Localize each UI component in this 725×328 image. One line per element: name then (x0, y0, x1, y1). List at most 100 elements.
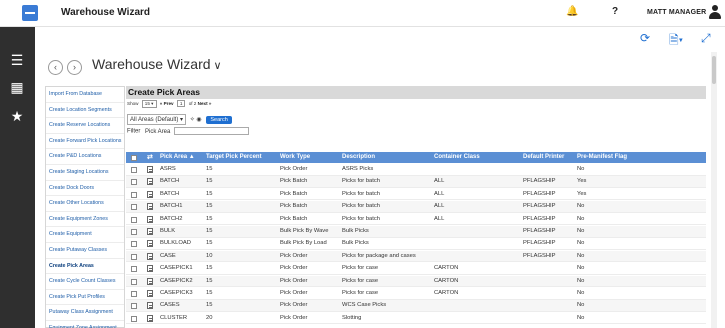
wand-icon[interactable]: ✧ (190, 117, 195, 123)
edit-icon[interactable] (147, 277, 153, 285)
table-row[interactable]: ASRS 15 Pick Order ASRS Picks No (126, 164, 706, 176)
menu-item[interactable]: Create Equipment Zones (46, 212, 124, 228)
back-icon[interactable]: ‹ (48, 60, 63, 75)
row-checkbox[interactable] (131, 216, 137, 223)
column-header[interactable]: Pick Area ▲ (160, 152, 195, 163)
table-row[interactable]: CASEPICK1 15 Pick Order Picks for case CARTO… (126, 263, 706, 275)
table-row[interactable]: CASE 10 Pick Order Picks for package and ca… (126, 250, 706, 263)
refresh-icon[interactable]: ⟳ (640, 31, 650, 45)
page-size-select[interactable]: 15 ▾ (141, 100, 157, 108)
star-icon[interactable]: ★ (10, 109, 24, 123)
expand-icon[interactable]: ⤢ (701, 31, 711, 46)
menu-item[interactable]: Create Putaway Classes (46, 243, 124, 259)
table-row[interactable]: BATCH1 15 Pick Batch Picks for batch ALL PFLA… (126, 201, 706, 213)
row-checkbox[interactable] (131, 266, 137, 273)
menu-item[interactable]: Equipment Zone Assignment (46, 321, 124, 328)
edit-icon[interactable] (147, 215, 153, 223)
edit-icon[interactable] (147, 203, 153, 211)
grid-icon[interactable]: ▦ (10, 80, 24, 94)
filter-input[interactable] (174, 127, 250, 135)
row-checkbox[interactable] (131, 291, 137, 297)
next-link[interactable]: Next » (198, 101, 212, 106)
menu-item[interactable]: Create Cycle Count Classes (46, 274, 124, 290)
edit-icon[interactable] (147, 228, 153, 235)
column-header[interactable]: Description (342, 152, 375, 163)
row-checkbox[interactable] (131, 229, 137, 235)
row-checkbox[interactable] (131, 179, 137, 186)
row-checkbox[interactable] (131, 303, 137, 310)
hamburger-icon[interactable]: ☰ (10, 53, 24, 67)
table-cell: BULKLOAD (160, 240, 191, 247)
menu-item[interactable]: Create P&D Locations (46, 149, 124, 165)
row-checkbox[interactable] (131, 191, 137, 198)
table-cell: Pick Order (280, 265, 308, 272)
menu-item[interactable]: Putaway Class Assignment (46, 305, 124, 321)
edit-icon[interactable] (147, 178, 153, 186)
row-checkbox[interactable] (131, 315, 137, 322)
column-header[interactable]: Default Printer (523, 152, 564, 163)
menu-item[interactable]: Import From Database (46, 87, 124, 103)
menu-item[interactable]: Create Location Segments (46, 103, 124, 119)
options-icon[interactable]: ◉ (196, 117, 201, 123)
prev-link[interactable]: « Prev (160, 101, 174, 106)
wizard-menu: Import From Database Create Location Segm… (45, 86, 125, 328)
scrollbar[interactable] (711, 52, 717, 328)
menu-item[interactable]: Create Reserve Locations (46, 118, 124, 134)
table-row[interactable]: BATCH2 15 Pick Batch Picks for batch ALL PFLA… (126, 214, 706, 226)
edit-icon[interactable] (147, 240, 153, 248)
forward-icon[interactable]: › (67, 60, 82, 75)
area-filter-select[interactable]: All Areas (Default) ▾ (127, 114, 187, 125)
row-checkbox[interactable] (131, 241, 137, 248)
table-cell: BATCH (160, 178, 180, 185)
column-header[interactable]: Work Type (280, 152, 310, 163)
bell-icon[interactable]: 🔔 (566, 6, 578, 17)
edit-icon[interactable] (147, 166, 153, 173)
menu-item[interactable]: Create Staging Locations (46, 165, 124, 181)
column-header[interactable]: Container Class (434, 152, 480, 163)
menu-item[interactable]: Create Pick Areas (46, 259, 124, 275)
swap-icon[interactable]: ⇄ (147, 152, 153, 163)
column-header[interactable]: Pre-Manifest Flag (577, 152, 627, 163)
document-icon[interactable]: 🗎▾ (669, 31, 683, 52)
select-all-checkbox[interactable] (131, 154, 137, 161)
table-row[interactable]: BULKLOAD 15 Bulk Pick By Load Bulk Picks PFL… (126, 238, 706, 250)
menu-item[interactable]: Create Dock Doors (46, 181, 124, 197)
table-row[interactable]: CLUSTER 20 Pick Order Slotting No (126, 313, 706, 325)
table-row[interactable]: BATCH 15 Pick Batch Picks for batch ALL PFLAG… (126, 189, 706, 201)
edit-icon[interactable] (147, 252, 153, 260)
row-checkbox[interactable] (131, 253, 137, 260)
table-cell: PFLAGSHIP (523, 240, 556, 247)
menu-item[interactable]: Create Equipment (46, 227, 124, 243)
table-row[interactable]: CASEPICK3 15 Pick Order Picks for case CARTO… (126, 288, 706, 300)
edit-icon[interactable] (147, 302, 153, 310)
page-title[interactable]: Warehouse Wizard ∨ (92, 56, 222, 72)
row-checkbox[interactable] (131, 167, 137, 173)
app-logo-icon[interactable] (22, 5, 38, 21)
table-row[interactable]: BULK 15 Bulk Pick By Wave Bulk Picks PFLAGSH… (126, 226, 706, 238)
chevron-down-icon[interactable]: ∨ (214, 60, 222, 72)
edit-icon[interactable] (147, 265, 153, 273)
row-checkbox[interactable] (131, 204, 137, 211)
column-header[interactable]: Target Pick Percent (206, 152, 262, 163)
table-cell: Pick Batch (280, 215, 308, 222)
table-row[interactable]: BATCH 15 Pick Batch Picks for batch ALL PFLAG… (126, 176, 706, 188)
menu-item[interactable]: Create Other Locations (46, 196, 124, 212)
search-button[interactable]: Search (206, 116, 232, 124)
help-icon[interactable]: ? (612, 6, 618, 17)
edit-icon[interactable] (147, 190, 153, 198)
filter-label: Filter (127, 128, 141, 135)
table-row[interactable]: CASES 15 Pick Order WCS Case Picks No (126, 300, 706, 312)
user-icon[interactable] (709, 5, 721, 21)
table-row[interactable]: CASEPICK2 15 Pick Order Picks for case CARTO… (126, 275, 706, 288)
menu-item[interactable]: Create Forward Pick Locations (46, 134, 124, 150)
table-cell: 15 (206, 228, 213, 234)
content-panel: Create Pick Areas Show 15 ▾ « Prev 1 of … (126, 86, 706, 328)
table-cell: Picks for batch (342, 178, 381, 185)
table-cell: No (577, 228, 585, 234)
row-checkbox[interactable] (131, 278, 137, 285)
user-name[interactable]: MATT MANAGER (647, 9, 706, 16)
edit-icon[interactable] (147, 314, 153, 322)
menu-item[interactable]: Create Pick Put Profiles (46, 290, 124, 306)
edit-icon[interactable] (147, 290, 153, 297)
page-input[interactable]: 1 (176, 100, 186, 107)
